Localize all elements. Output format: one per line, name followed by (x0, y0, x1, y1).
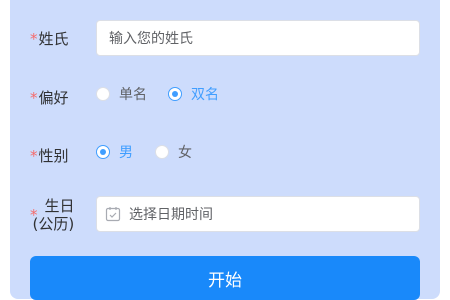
birthday-placeholder: 选择日期时间 (129, 207, 213, 223)
radio-circle-checked (168, 87, 182, 101)
start-button-label: 开始 (208, 270, 242, 291)
gender-label-text: 性别 (38, 147, 69, 165)
radio-double-name[interactable]: 双名 (168, 84, 219, 104)
radio-label: 单名 (119, 87, 147, 103)
surname-label: *姓氏 (30, 30, 69, 48)
required-mark: * (30, 147, 38, 165)
birthday-date-picker[interactable]: 选择日期时间 (96, 196, 420, 232)
surname-placeholder: 输入您的姓氏 (109, 31, 193, 47)
radio-circle (96, 87, 110, 101)
calendar-icon (105, 207, 121, 222)
birthday-label-line2: (公历) (32, 215, 75, 233)
required-mark: * (30, 30, 38, 48)
radio-label: 双名 (191, 87, 219, 103)
radio-circle (155, 145, 169, 159)
radio-male[interactable]: 男 (96, 142, 133, 162)
birthday-label-line1: 生日 (44, 197, 75, 215)
preference-label: *偏好 (30, 89, 69, 107)
radio-female[interactable]: 女 (155, 142, 192, 162)
preference-label-text: 偏好 (38, 89, 69, 107)
form-panel: *姓氏 输入您的姓氏 *偏好 单名 双名 *性别 男 女 * 生日 (公历) 选… (10, 0, 440, 300)
radio-circle-checked (96, 145, 110, 159)
radio-label: 男 (119, 145, 133, 161)
radio-label: 女 (178, 145, 192, 161)
required-mark: * (30, 89, 38, 107)
surname-input[interactable]: 输入您的姓氏 (96, 20, 420, 56)
radio-single-name[interactable]: 单名 (96, 84, 147, 104)
birthday-label: * 生日 (公历) (30, 197, 75, 233)
start-button[interactable]: 开始 (30, 256, 420, 300)
gender-label: *性别 (30, 147, 69, 165)
surname-label-text: 姓氏 (38, 30, 69, 48)
